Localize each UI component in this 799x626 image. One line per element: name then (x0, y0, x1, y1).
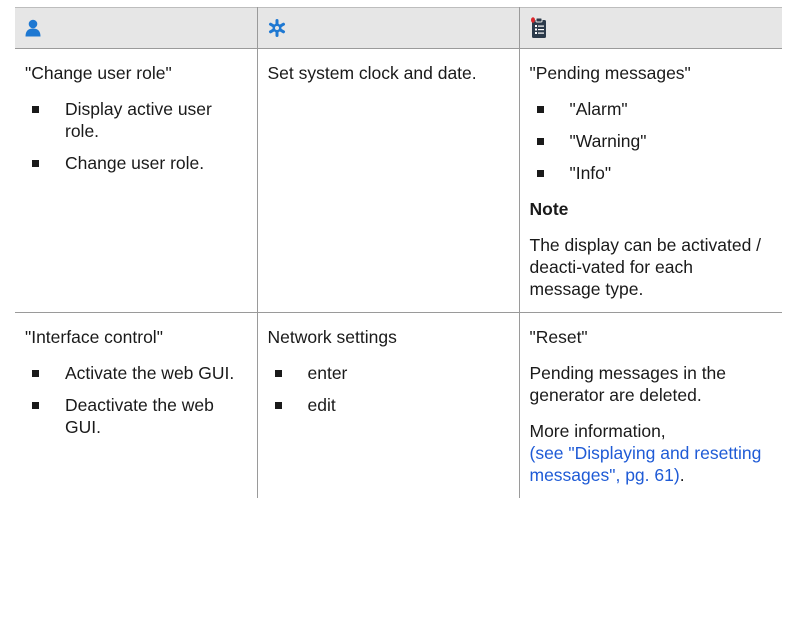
header-cell-user (15, 7, 258, 49)
cell-title: "Change user role" (25, 63, 172, 83)
bullet-marker (274, 402, 282, 409)
bullet-marker (32, 160, 39, 167)
header-cell-settings (256, 7, 520, 49)
bullet-marker (32, 106, 39, 113)
cell-system-clock: Set system clock and date. (256, 48, 520, 313)
list-item: Activate the web GUI. (25, 362, 243, 384)
bullet-marker (536, 106, 544, 113)
list-item: Display active user role. (25, 98, 243, 142)
settings-gear-icon (268, 18, 285, 37)
bullet-marker (32, 370, 39, 377)
bullet-list: Display active user role. Change user ro… (25, 98, 243, 174)
list-item: Change user role. (25, 152, 243, 174)
bullet-list: "Alarm" "Warning" "Info" (530, 98, 769, 184)
table-row: "Change user role" Display active user r… (15, 48, 782, 313)
bullet-marker (32, 402, 39, 409)
note-text: The display can be activated / deacti-va… (529, 235, 762, 299)
note-label: Note (529, 199, 569, 219)
more-information: More information, (see "Displaying and re… (529, 421, 762, 485)
list-item: "Alarm" (530, 98, 769, 120)
list-item: Deactivate the web GUI. (25, 394, 243, 438)
cell-user-role: "Change user role" Display active user r… (15, 48, 258, 313)
bullet-marker (536, 170, 544, 177)
bullet-list: Activate the web GUI. Deactivate the web… (25, 362, 243, 438)
cell-title: "Pending messages" (529, 63, 691, 83)
cell-network-settings: Network settings enter edit (256, 312, 520, 498)
cell-pending-messages: "Pending messages" "Alarm" "Warning" "In… (518, 48, 782, 313)
table-header-row (15, 7, 782, 49)
cell-interface-control: "Interface control" Activate the web GUI… (15, 312, 258, 498)
cell-title: "Interface control" (25, 327, 163, 347)
cell-title: Network settings (267, 327, 397, 347)
messages-clipboard-icon (530, 17, 546, 38)
list-item: enter (268, 362, 505, 384)
bullet-marker (536, 138, 544, 145)
list-item: "Info" (530, 162, 769, 184)
cross-reference-link[interactable]: (see "Displaying and resetting messages"… (530, 443, 762, 485)
cell-reset: "Reset" Pending messages in the generato… (518, 312, 782, 498)
header-cell-messages (518, 7, 782, 49)
cell-title: "Reset" (529, 327, 588, 347)
cell-text: Set system clock and date. (267, 63, 477, 83)
list-item: edit (268, 394, 505, 416)
bullet-list: enter edit (268, 362, 505, 416)
function-table: "Change user role" Display active user r… (15, 7, 782, 498)
cell-text: Pending messages in the generator are de… (529, 363, 727, 405)
table-row: "Interface control" Activate the web GUI… (15, 312, 782, 498)
list-item: "Warning" (530, 130, 769, 152)
user-role-icon (25, 19, 41, 37)
bullet-marker (274, 370, 282, 377)
